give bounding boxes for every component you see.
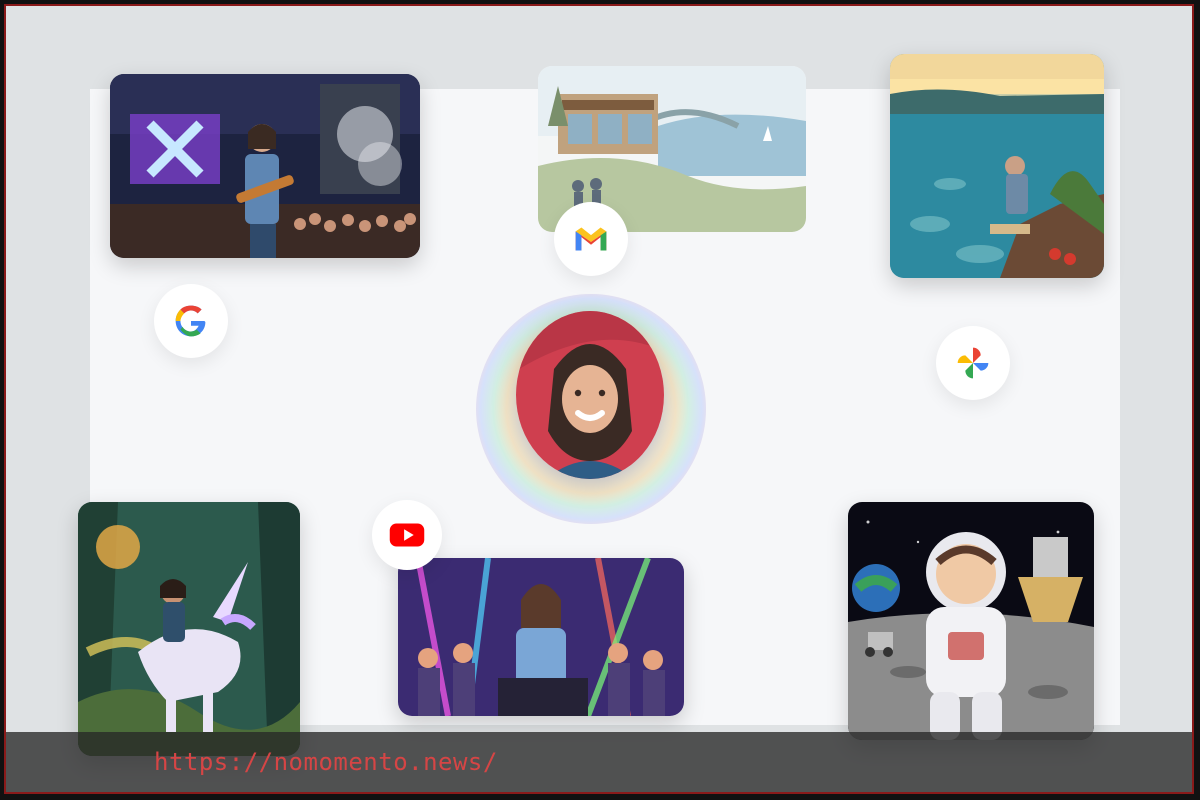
photos-icon[interactable]: [936, 326, 1010, 400]
concert-photo[interactable]: [110, 74, 420, 258]
watermark-url[interactable]: https://nomomento.news/: [154, 748, 498, 776]
avatar-portrait[interactable]: [516, 311, 664, 479]
unicorn-forest-illustration[interactable]: [78, 502, 300, 756]
astronaut-moon-photo[interactable]: [848, 502, 1094, 740]
screenshot-frame: https://nomomento.news/: [4, 4, 1194, 794]
seaside-reading-painting[interactable]: [890, 54, 1104, 278]
dj-party-illustration[interactable]: [398, 558, 684, 716]
google-icon[interactable]: [154, 284, 228, 358]
gmail-icon[interactable]: [554, 202, 628, 276]
youtube-icon[interactable]: [372, 500, 442, 570]
